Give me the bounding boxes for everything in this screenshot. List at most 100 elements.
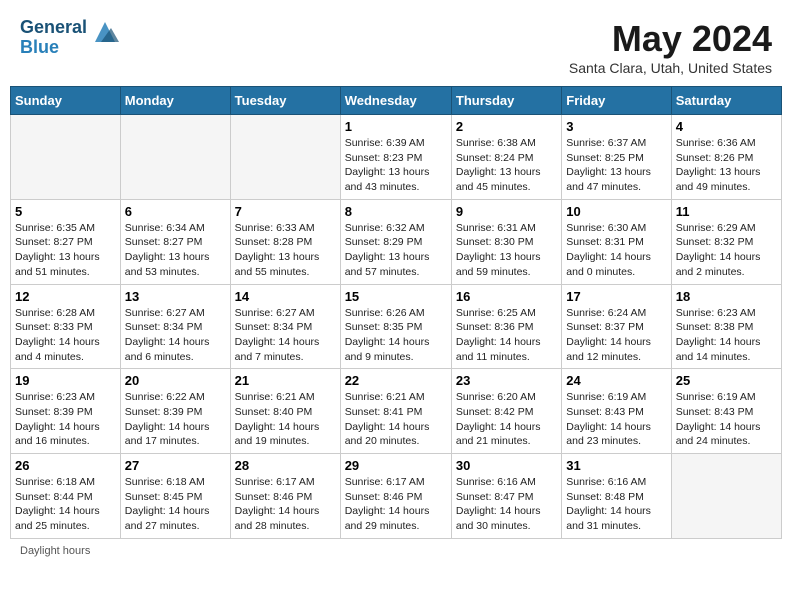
calendar-dow-friday: Friday [562, 87, 671, 115]
calendar-cell: 9 Sunrise: 6:31 AM Sunset: 8:30 PM Daylig… [451, 199, 561, 284]
day-number: 18 [676, 289, 777, 304]
day-number: 5 [15, 204, 116, 219]
daylight-label: Daylight hours [20, 545, 90, 557]
day-info: Sunrise: 6:17 AM Sunset: 8:46 PM Dayligh… [235, 475, 336, 534]
calendar-cell: 20Sunrise: 6:22 AM Sunset: 8:39 PM Dayli… [120, 369, 230, 454]
logo-text: General Blue [20, 18, 87, 58]
day-number: 19 [15, 373, 116, 388]
day-number: 31 [566, 458, 666, 473]
day-info: Sunrise: 6:19 AM Sunset: 8:43 PM Dayligh… [566, 390, 666, 449]
calendar-cell: 19 Sunrise: 6:23 AM Sunset: 8:39 PM Dayli… [11, 369, 121, 454]
calendar-week-row: 1 Sunrise: 6:39 AM Sunset: 8:23 PM Daylig… [11, 115, 782, 200]
calendar-cell: 26 Sunrise: 6:18 AM Sunset: 8:44 PM Dayli… [11, 454, 121, 539]
calendar-cell: 29Sunrise: 6:17 AM Sunset: 8:46 PM Dayli… [340, 454, 451, 539]
calendar-cell [671, 454, 781, 539]
calendar-cell: 10Sunrise: 6:30 AM Sunset: 8:31 PM Dayli… [562, 199, 671, 284]
day-number: 21 [235, 373, 336, 388]
day-number: 10 [566, 204, 666, 219]
calendar-cell: 6Sunrise: 6:34 AM Sunset: 8:27 PM Daylig… [120, 199, 230, 284]
logo-line2: Blue [20, 38, 87, 58]
calendar-dow-saturday: Saturday [671, 87, 781, 115]
calendar-cell: 3 Sunrise: 6:37 AM Sunset: 8:25 PM Daylig… [562, 115, 671, 200]
calendar-dow-tuesday: Tuesday [230, 87, 340, 115]
logo: General Blue [20, 18, 119, 58]
day-number: 4 [676, 119, 777, 134]
calendar-cell: 24 Sunrise: 6:19 AM Sunset: 8:43 PM Dayli… [562, 369, 671, 454]
calendar-cell: 28 Sunrise: 6:17 AM Sunset: 8:46 PM Dayli… [230, 454, 340, 539]
day-number: 22 [345, 373, 447, 388]
day-number: 8 [345, 204, 447, 219]
calendar-cell: 22 Sunrise: 6:21 AM Sunset: 8:41 PM Dayli… [340, 369, 451, 454]
calendar-cell: 7Sunrise: 6:33 AM Sunset: 8:28 PM Daylig… [230, 199, 340, 284]
day-number: 24 [566, 373, 666, 388]
month-title: May 2024 [569, 18, 772, 60]
day-info: Sunrise: 6:24 AM Sunset: 8:37 PM Dayligh… [566, 306, 666, 365]
day-number: 23 [456, 373, 557, 388]
day-number: 29 [345, 458, 447, 473]
day-info: Sunrise: 6:27 AM Sunset: 8:34 PM Dayligh… [125, 306, 226, 365]
day-number: 30 [456, 458, 557, 473]
day-number: 17 [566, 289, 666, 304]
title-area: May 2024 Santa Clara, Utah, United State… [569, 18, 772, 76]
day-info: Sunrise: 6:35 AM Sunset: 8:27 PM Dayligh… [15, 221, 116, 280]
logo-line1: General [20, 18, 87, 38]
calendar-cell [11, 115, 121, 200]
day-info: Sunrise: 6:18 AM Sunset: 8:45 PM Dayligh… [125, 475, 226, 534]
day-info: Sunrise: 6:39 AM Sunset: 8:23 PM Dayligh… [345, 136, 447, 195]
calendar-week-row: 26 Sunrise: 6:18 AM Sunset: 8:44 PM Dayli… [11, 454, 782, 539]
day-info: Sunrise: 6:20 AM Sunset: 8:42 PM Dayligh… [456, 390, 557, 449]
day-info: Sunrise: 6:27 AM Sunset: 8:34 PM Dayligh… [235, 306, 336, 365]
calendar-dow-sunday: Sunday [11, 87, 121, 115]
day-number: 7 [235, 204, 336, 219]
day-number: 3 [566, 119, 666, 134]
calendar-cell: 12Sunrise: 6:28 AM Sunset: 8:33 PM Dayli… [11, 284, 121, 369]
calendar-header-row: SundayMondayTuesdayWednesdayThursdayFrid… [11, 87, 782, 115]
day-info: Sunrise: 6:19 AM Sunset: 8:43 PM Dayligh… [676, 390, 777, 449]
day-number: 1 [345, 119, 447, 134]
calendar-cell: 1 Sunrise: 6:39 AM Sunset: 8:23 PM Daylig… [340, 115, 451, 200]
day-number: 2 [456, 119, 557, 134]
calendar-cell: 21 Sunrise: 6:21 AM Sunset: 8:40 PM Dayli… [230, 369, 340, 454]
calendar-cell: 31 Sunrise: 6:16 AM Sunset: 8:48 PM Dayli… [562, 454, 671, 539]
calendar-cell [120, 115, 230, 200]
day-number: 15 [345, 289, 447, 304]
footer: Daylight hours [10, 539, 782, 563]
calendar-cell: 16 Sunrise: 6:25 AM Sunset: 8:36 PM Dayli… [451, 284, 561, 369]
day-info: Sunrise: 6:31 AM Sunset: 8:30 PM Dayligh… [456, 221, 557, 280]
calendar-cell: 30 Sunrise: 6:16 AM Sunset: 8:47 PM Dayli… [451, 454, 561, 539]
page-header: General Blue May 2024 Santa Clara, Utah,… [10, 10, 782, 80]
day-number: 27 [125, 458, 226, 473]
day-info: Sunrise: 6:23 AM Sunset: 8:38 PM Dayligh… [676, 306, 777, 365]
day-info: Sunrise: 6:16 AM Sunset: 8:47 PM Dayligh… [456, 475, 557, 534]
calendar-cell: 13 Sunrise: 6:27 AM Sunset: 8:34 PM Dayli… [120, 284, 230, 369]
calendar-cell: 27 Sunrise: 6:18 AM Sunset: 8:45 PM Dayli… [120, 454, 230, 539]
day-number: 20 [125, 373, 226, 388]
day-number: 9 [456, 204, 557, 219]
calendar-cell: 17 Sunrise: 6:24 AM Sunset: 8:37 PM Dayli… [562, 284, 671, 369]
day-info: Sunrise: 6:34 AM Sunset: 8:27 PM Dayligh… [125, 221, 226, 280]
day-info: Sunrise: 6:21 AM Sunset: 8:40 PM Dayligh… [235, 390, 336, 449]
day-info: Sunrise: 6:29 AM Sunset: 8:32 PM Dayligh… [676, 221, 777, 280]
day-info: Sunrise: 6:32 AM Sunset: 8:29 PM Dayligh… [345, 221, 447, 280]
day-number: 26 [15, 458, 116, 473]
calendar-cell: 11Sunrise: 6:29 AM Sunset: 8:32 PM Dayli… [671, 199, 781, 284]
day-number: 28 [235, 458, 336, 473]
day-info: Sunrise: 6:21 AM Sunset: 8:41 PM Dayligh… [345, 390, 447, 449]
calendar-week-row: 12Sunrise: 6:28 AM Sunset: 8:33 PM Dayli… [11, 284, 782, 369]
day-number: 13 [125, 289, 226, 304]
day-info: Sunrise: 6:23 AM Sunset: 8:39 PM Dayligh… [15, 390, 116, 449]
calendar-cell: 4Sunrise: 6:36 AM Sunset: 8:26 PM Daylig… [671, 115, 781, 200]
day-info: Sunrise: 6:38 AM Sunset: 8:24 PM Dayligh… [456, 136, 557, 195]
calendar-dow-wednesday: Wednesday [340, 87, 451, 115]
day-number: 16 [456, 289, 557, 304]
calendar-cell: 14Sunrise: 6:27 AM Sunset: 8:34 PM Dayli… [230, 284, 340, 369]
calendar-cell: 18 Sunrise: 6:23 AM Sunset: 8:38 PM Dayli… [671, 284, 781, 369]
day-info: Sunrise: 6:18 AM Sunset: 8:44 PM Dayligh… [15, 475, 116, 534]
calendar-week-row: 19 Sunrise: 6:23 AM Sunset: 8:39 PM Dayli… [11, 369, 782, 454]
calendar-cell: 5 Sunrise: 6:35 AM Sunset: 8:27 PM Daylig… [11, 199, 121, 284]
day-info: Sunrise: 6:28 AM Sunset: 8:33 PM Dayligh… [15, 306, 116, 365]
day-info: Sunrise: 6:16 AM Sunset: 8:48 PM Dayligh… [566, 475, 666, 534]
day-info: Sunrise: 6:25 AM Sunset: 8:36 PM Dayligh… [456, 306, 557, 365]
calendar-cell: 25Sunrise: 6:19 AM Sunset: 8:43 PM Dayli… [671, 369, 781, 454]
day-info: Sunrise: 6:37 AM Sunset: 8:25 PM Dayligh… [566, 136, 666, 195]
